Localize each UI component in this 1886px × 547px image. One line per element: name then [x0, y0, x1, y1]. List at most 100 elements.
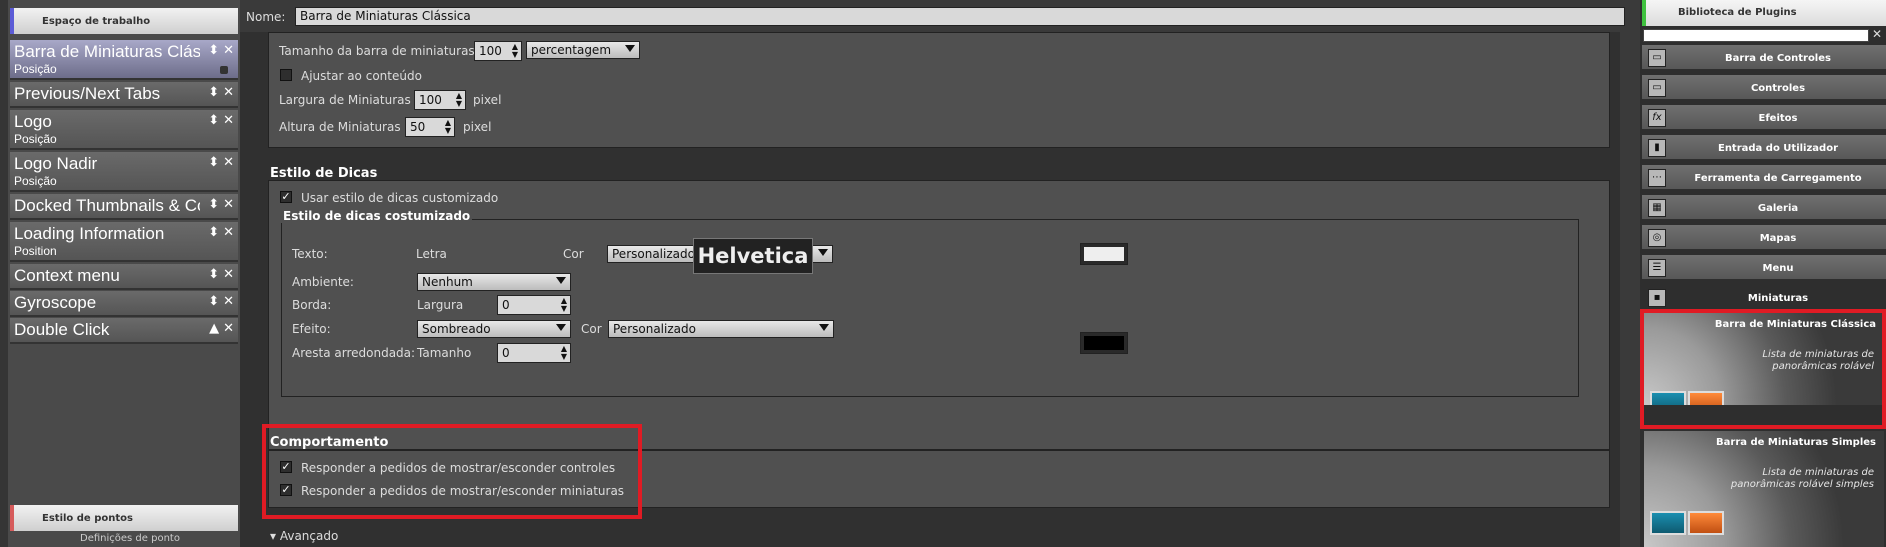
thumb-height-stepper[interactable]: 50 ▲ ▼ — [405, 117, 455, 137]
stepper-arrows-icon[interactable]: ▲ ▼ — [456, 92, 462, 108]
effect-select[interactable]: Sombreado — [417, 320, 571, 338]
item-controls: ▲ ✕ — [205, 321, 234, 336]
plugin-library-panel: Biblioteca de Plugins ✕ ▭ Barra de Contro… — [1640, 0, 1886, 547]
close-icon[interactable]: ✕ — [223, 225, 234, 240]
item-controls: ⬍ ✕ — [204, 225, 234, 240]
visibility-dot[interactable] — [220, 66, 228, 74]
workspace-item-context-menu[interactable]: Context menu ⬍ ✕ — [10, 264, 238, 290]
close-icon[interactable]: ✕ — [223, 113, 234, 128]
chevron-down-icon — [819, 324, 829, 331]
plugin-library-header[interactable]: Biblioteca de Plugins — [1642, 0, 1886, 26]
gallery-icon: ▦ — [1648, 199, 1666, 217]
advanced-label: Avançado — [279, 529, 339, 543]
category-menu[interactable]: ☰ Menu — [1642, 255, 1886, 282]
points-style-sub: Definições de ponto — [10, 533, 238, 547]
item-controls: ⬍ ✕ — [204, 113, 234, 128]
name-input[interactable]: Barra de Miniaturas Clássica — [295, 7, 1625, 26]
category-gallery[interactable]: ▦ Galeria — [1642, 195, 1886, 222]
effect-color-select[interactable]: Personalizado — [608, 320, 834, 338]
stepper-arrows-icon[interactable]: ▲ ▼ — [561, 345, 567, 361]
workspace-item-title: Context menu — [14, 266, 120, 285]
workspace-item-sub: Posição — [14, 174, 57, 188]
workspace-item-logo-nadir[interactable]: Logo Nadir Posição ⬍ ✕ — [10, 152, 238, 192]
rounded-size-stepper[interactable]: 0 ▲ ▼ — [497, 343, 571, 363]
chevron-down-icon — [625, 45, 635, 52]
item-controls: ⬍ ✕ — [204, 197, 234, 212]
user-input-icon: ▮ — [1648, 139, 1666, 157]
move-icon[interactable]: ⬍ — [208, 113, 219, 128]
move-icon[interactable]: ⬍ — [208, 43, 219, 58]
text-color-label: Cor — [563, 247, 584, 261]
use-custom-tips-checkbox[interactable]: ✓ — [280, 191, 292, 203]
close-icon[interactable]: ✕ — [223, 155, 234, 170]
move-icon[interactable]: ⬍ — [208, 197, 219, 212]
workspace-item-sub: Posição — [14, 132, 57, 146]
text-color-value: Personalizado — [612, 247, 695, 261]
close-icon[interactable]: ✕ — [223, 294, 234, 309]
custom-tips-group — [281, 219, 1579, 397]
workspace-item-title: Loading Information — [14, 224, 165, 243]
font-preview[interactable]: Helvetica — [693, 238, 813, 274]
stepper-arrows-icon[interactable]: ▲ ▼ — [561, 297, 567, 313]
bar-size-unit-select[interactable]: percentagem — [526, 41, 640, 59]
category-user-input[interactable]: ▮ Entrada do Utilizador — [1642, 135, 1886, 162]
advanced-toggle[interactable]: ▾ Avançado — [270, 529, 338, 543]
workspace-item-title: Docked Thumbnails & Controls — [14, 196, 200, 215]
text-color-fill — [1084, 247, 1124, 261]
workspace-item-docked-thumbnails[interactable]: Docked Thumbnails & Controls ⬍✕ — [10, 194, 238, 220]
stepper-arrows-icon[interactable]: ▲ ▼ — [445, 119, 451, 135]
library-search-input[interactable] — [1643, 29, 1869, 42]
category-effects[interactable]: fx Efeitos — [1642, 105, 1886, 132]
thumb-width-stepper[interactable]: 100 ▲ ▼ — [414, 90, 466, 110]
workspace-item-title: Logo Nadir — [14, 154, 98, 173]
workspace-item-loading-information[interactable]: Loading Information Position ⬍ ✕ — [10, 222, 238, 262]
item-controls: ⬍ ✕ — [204, 43, 234, 58]
border-label: Borda: — [292, 298, 332, 312]
close-icon[interactable]: ✕ — [223, 321, 234, 336]
bar-size-unit-value: percentagem — [531, 43, 612, 57]
workspace-item-sub: Posição — [14, 62, 57, 76]
category-loading-tool[interactable]: ⋯ Ferramenta de Carregamento — [1642, 165, 1886, 192]
fit-content-checkbox[interactable] — [280, 69, 292, 81]
workspace-item-classic-thumbnails[interactable]: Barra de Miniaturas Clássica Posição ⬍✕ — [10, 40, 238, 80]
move-icon[interactable]: ⬍ — [208, 267, 219, 282]
workspace-item-double-click[interactable]: Double Click ▲ ✕ — [10, 318, 238, 344]
stepper-arrows-icon[interactable]: ▲ ▼ — [512, 43, 518, 59]
move-icon[interactable]: ⬍ — [208, 85, 219, 100]
close-icon[interactable]: ✕ — [223, 85, 234, 100]
workspace-item-logo[interactable]: Logo Posição ⬍ ✕ — [10, 110, 238, 150]
workspace-item-title: Previous/Next Tabs — [14, 84, 161, 103]
category-label: Mapas — [1759, 233, 1797, 244]
workspace-item-prev-next-tabs[interactable]: Previous/Next Tabs ⬍ ✕ — [10, 82, 238, 108]
bar-size-stepper[interactable]: 100 ▲ ▼ — [474, 41, 522, 61]
category-label: Menu — [1762, 263, 1794, 274]
move-icon[interactable]: ⬍ — [208, 155, 219, 170]
library-card-highlight-frame — [1640, 309, 1886, 429]
effect-color-swatch[interactable] — [1080, 332, 1128, 354]
workspace-header[interactable]: Espaço de trabalho — [10, 8, 238, 34]
border-width-stepper[interactable]: 0 ▲ ▼ — [497, 295, 571, 315]
points-style-header[interactable]: Estilo de pontos — [10, 505, 238, 531]
close-icon[interactable]: ✕ — [223, 267, 234, 282]
category-thumbnails[interactable]: ▪ Miniaturas — [1642, 285, 1886, 312]
fx-icon: fx — [1648, 109, 1666, 127]
close-icon[interactable]: ✕ — [223, 197, 234, 212]
move-icon[interactable]: ⬍ — [208, 294, 219, 309]
close-icon[interactable]: ✕ — [223, 43, 234, 58]
controls-icon: ▭ — [1648, 79, 1666, 97]
text-color-swatch[interactable] — [1080, 243, 1128, 265]
thumbnail-preview-icon — [1650, 511, 1686, 535]
item-controls: ⬍ ✕ — [204, 85, 234, 100]
move-up-icon[interactable]: ▲ — [209, 321, 219, 336]
move-icon[interactable]: ⬍ — [208, 225, 219, 240]
ambient-select[interactable]: Nenhum — [417, 273, 571, 291]
library-card-simple-thumbnails[interactable]: Barra de Miniaturas Simples Lista de min… — [1644, 431, 1884, 547]
category-maps[interactable]: ◎ Mapas — [1642, 225, 1886, 252]
category-controls[interactable]: ▭ Controles — [1642, 75, 1886, 102]
workspace-item-gyroscope[interactable]: Gyroscope ⬍ ✕ — [10, 291, 238, 317]
rounded-size-value: 0 — [502, 346, 510, 360]
close-icon[interactable]: ✕ — [1872, 27, 1882, 41]
use-custom-tips-label: Usar estilo de dicas customizado — [301, 191, 499, 205]
category-toolbar[interactable]: ▭ Barra de Controles — [1642, 45, 1886, 72]
font-label: Letra — [416, 247, 447, 261]
